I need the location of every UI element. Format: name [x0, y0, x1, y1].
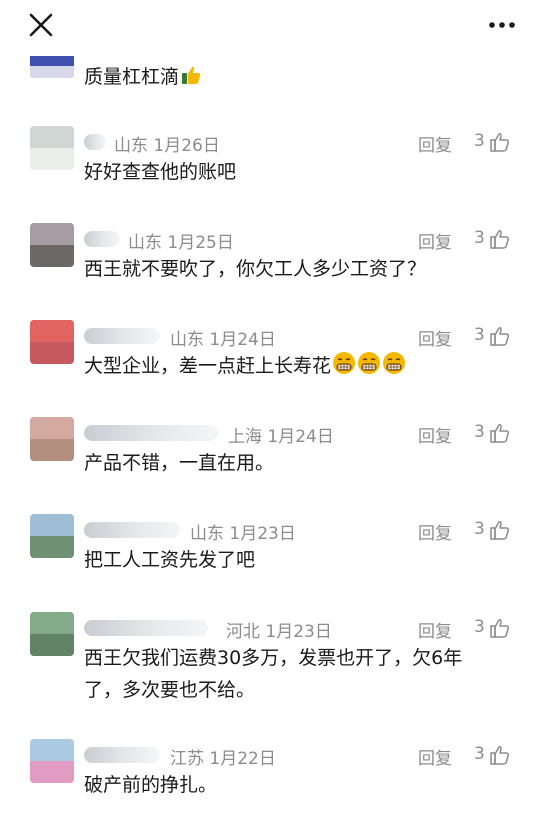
comment-meta: 江苏 1月22日 [170, 749, 276, 769]
close-icon[interactable] [26, 10, 56, 40]
comment-item: 质量杠杠滴 [0, 52, 544, 100]
like-icon[interactable] [489, 131, 511, 153]
avatar[interactable] [30, 739, 74, 783]
comment-text: 大型企业，差一点赶上长寿花 [84, 350, 516, 385]
like-count: 3 [474, 325, 485, 345]
like-icon[interactable] [489, 228, 511, 250]
comment-text: 西王欠我们运费30多万，发票也开了，欠6年 [84, 647, 463, 669]
like-count: 3 [474, 228, 485, 248]
comment-meta: 山东 1月25日 [128, 233, 234, 253]
thumbs-up-icon [180, 64, 202, 96]
reply-button[interactable]: 回复 [418, 744, 452, 769]
like-count: 3 [474, 131, 485, 151]
avatar[interactable] [30, 417, 74, 461]
comment-meta: 上海 1月24日 [228, 427, 334, 447]
username-blurred[interactable] [84, 522, 180, 538]
comment-meta: 山东 1月24日 [170, 330, 276, 350]
comment-text: 好好查查他的账吧 [84, 161, 237, 183]
reply-button[interactable]: 回复 [418, 228, 452, 253]
avatar[interactable] [30, 56, 74, 78]
reply-button[interactable]: 回复 [418, 422, 452, 447]
comment-text: 质量杠杠滴 [84, 61, 516, 96]
comment-meta: 山东 1月23日 [190, 524, 296, 544]
grin-emoji-icon [382, 351, 406, 385]
reply-button[interactable]: 回复 [418, 519, 452, 544]
like-icon[interactable] [489, 744, 511, 766]
username-blurred[interactable] [84, 425, 218, 441]
like-icon[interactable] [489, 519, 511, 541]
more-dots-icon[interactable] [484, 10, 524, 40]
like-count: 3 [474, 617, 485, 637]
like-count: 3 [474, 519, 485, 539]
comment-item: 河北 1月23日 回复 3 西王欠我们运费30多万，发票也开了，欠6年 了，多次… [0, 604, 544, 716]
comment-item: 山东 1月25日 回复 3 西王就不要吹了，你欠工人多少工资了？ [0, 215, 544, 295]
username-blurred[interactable] [84, 134, 106, 150]
comment-text: 西王就不要吹了，你欠工人多少工资了？ [84, 258, 427, 280]
username-blurred[interactable] [84, 747, 160, 763]
like-count: 3 [474, 422, 485, 442]
comment-meta: 河北 1月23日 [226, 622, 332, 642]
comment-item: 山东 1月24日 回复 3 大型企业，差一点赶上长寿花 [0, 312, 544, 392]
grin-emoji-icon [357, 351, 381, 385]
like-icon[interactable] [489, 325, 511, 347]
username-blurred[interactable] [84, 231, 120, 247]
comment-text: 产品不错，一直在用。 [84, 452, 275, 474]
comment-item: 上海 1月24日 回复 3 产品不错，一直在用。 [0, 409, 544, 489]
username-blurred[interactable] [84, 620, 208, 636]
avatar[interactable] [30, 223, 74, 267]
like-icon[interactable] [489, 617, 511, 639]
comment-text: 把工人工资先发了吧 [84, 549, 256, 571]
comment-text: 破产前的挣扎。 [84, 774, 218, 796]
like-icon[interactable] [489, 422, 511, 444]
avatar[interactable] [30, 126, 74, 170]
comment-item: 江苏 1月22日 回复 3 破产前的挣扎。 [0, 731, 544, 811]
avatar[interactable] [30, 320, 74, 364]
like-count: 3 [474, 744, 485, 764]
reply-button[interactable]: 回复 [418, 131, 452, 156]
reply-button[interactable]: 回复 [418, 617, 452, 642]
comment-meta: 山东 1月26日 [114, 136, 220, 156]
comment-text: 了，多次要也不给。 [84, 679, 256, 701]
top-bar [0, 0, 544, 52]
username-blurred[interactable] [84, 328, 160, 344]
avatar[interactable] [30, 514, 74, 558]
reply-button[interactable]: 回复 [418, 325, 452, 350]
grin-emoji-icon [332, 351, 356, 385]
avatar[interactable] [30, 612, 74, 656]
comment-item: 山东 1月26日 回复 3 好好查查他的账吧 [0, 118, 544, 198]
comment-item: 山东 1月23日 回复 3 把工人工资先发了吧 [0, 506, 544, 586]
